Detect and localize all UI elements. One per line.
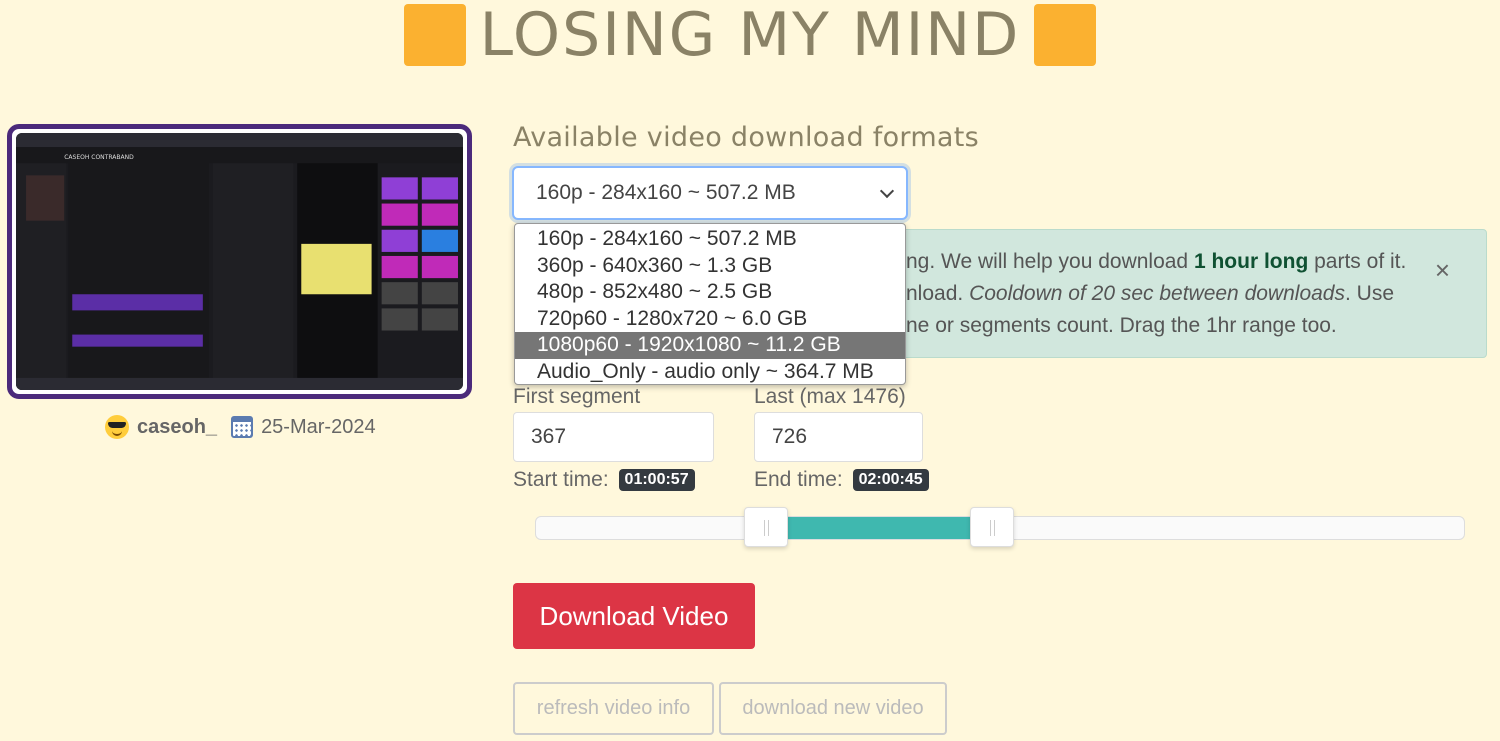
slider-selected-range <box>766 517 992 539</box>
calendar-icon <box>231 416 254 438</box>
formats-title: Available video download formats <box>513 122 980 153</box>
format-dropdown-list: 160p - 284x160 ~ 507.2 MB 360p - 640x360… <box>514 223 906 385</box>
last-segment-input[interactable]: 726 <box>754 412 923 462</box>
alert-line-1: ng. We will help you download 1 hour lon… <box>906 250 1407 273</box>
download-new-video-button[interactable]: download new video <box>719 682 947 735</box>
video-thumbnail: CASEOH CONTRABAND <box>7 124 472 399</box>
format-option[interactable]: 360p - 640x360 ~ 1.3 GB <box>515 253 905 280</box>
format-select[interactable]: 160p - 284x160 ~ 507.2 MB <box>512 166 908 220</box>
video-date: 25-Mar-2024 <box>261 415 376 438</box>
channel-username: caseoh_ <box>137 415 218 438</box>
end-time-row: End time: 02:00:45 <box>754 468 929 492</box>
first-segment-label: First segment <box>513 385 641 408</box>
download-video-button[interactable]: Download Video <box>513 583 755 649</box>
format-select-value: 160p - 284x160 ~ 507.2 MB <box>536 181 796 204</box>
close-icon[interactable]: × <box>1435 254 1450 286</box>
thumbnail-image: CASEOH CONTRABAND <box>16 133 463 390</box>
alert-line-2: nload. Cooldown of 20 sec between downlo… <box>906 282 1394 305</box>
start-time-badge: 01:00:57 <box>618 469 695 491</box>
alert-line-3: ne or segments count. Drag the 1hr range… <box>906 314 1337 337</box>
format-option-highlighted[interactable]: 1080p60 - 1920x1080 ~ 11.2 GB <box>515 332 905 359</box>
end-time-label: End time: <box>754 468 843 491</box>
video-meta: caseoh_ 25-Mar-2024 <box>105 412 376 442</box>
orange-square-icon <box>403 4 466 66</box>
format-option[interactable]: 480p - 852x480 ~ 2.5 GB <box>515 279 905 306</box>
end-time-badge: 02:00:45 <box>852 469 929 491</box>
page-header: LOSING MY MIND <box>0 0 1500 70</box>
format-option[interactable]: Audio_Only - audio only ~ 364.7 MB <box>515 359 905 386</box>
orange-square-icon <box>1034 4 1097 66</box>
format-option[interactable]: 160p - 284x160 ~ 507.2 MB <box>515 226 905 253</box>
slider-start-handle[interactable] <box>744 507 789 547</box>
slider-end-handle[interactable] <box>969 507 1014 547</box>
thumbnail-title: CASEOH CONTRABAND <box>64 154 134 161</box>
start-time-row: Start time: 01:00:57 <box>513 468 695 492</box>
sunglasses-emoji-icon <box>105 415 129 439</box>
range-slider[interactable] <box>535 507 1465 547</box>
page-title: LOSING MY MIND <box>479 0 1021 70</box>
chevron-down-icon <box>879 183 895 199</box>
refresh-video-info-button[interactable]: refresh video info <box>513 682 714 735</box>
start-time-label: Start time: <box>513 468 609 491</box>
format-option[interactable]: 720p60 - 1280x720 ~ 6.0 GB <box>515 306 905 333</box>
last-segment-label: Last (max 1476) <box>754 385 906 408</box>
first-segment-input[interactable]: 367 <box>513 412 714 462</box>
